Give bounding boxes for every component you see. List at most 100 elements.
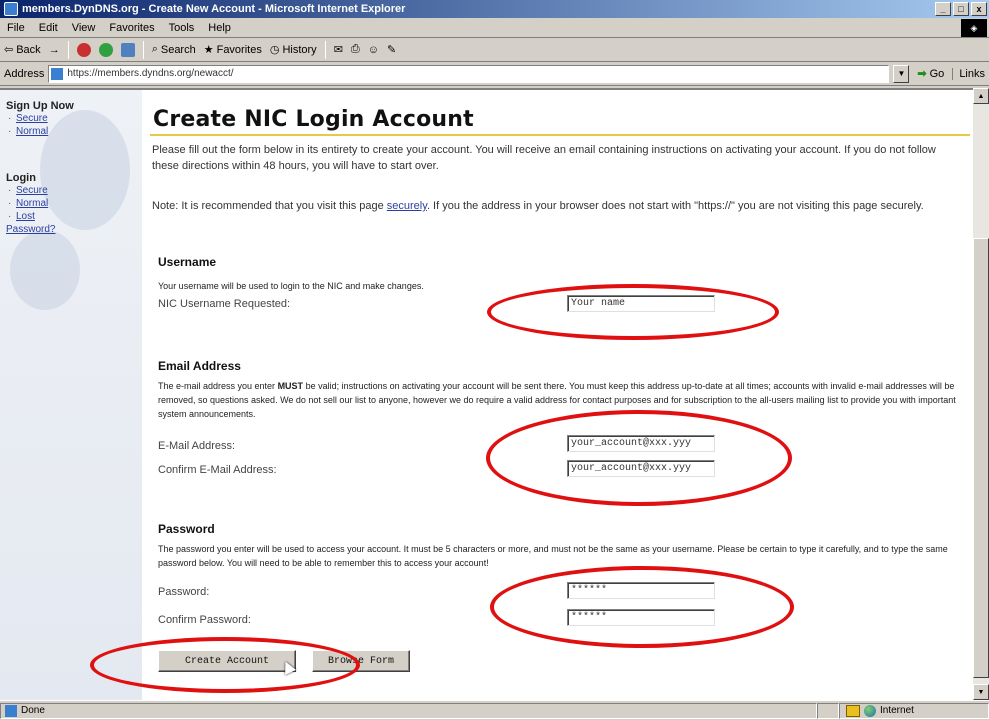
back-button[interactable]: ⇦ Back bbox=[4, 43, 41, 57]
username-highlight-ellipse bbox=[487, 284, 779, 340]
back-label: Back bbox=[16, 43, 41, 56]
page-done-icon bbox=[5, 704, 17, 717]
menu-bar: File Edit View Favorites Tools Help ◈ bbox=[0, 18, 989, 38]
zone-label: Internet bbox=[880, 705, 914, 716]
status-cell-empty bbox=[817, 702, 839, 719]
sidebar-link-login-normal[interactable]: Normal bbox=[6, 197, 55, 210]
menu-help[interactable]: Help bbox=[201, 22, 238, 34]
mail-icon: ✉ bbox=[333, 44, 343, 56]
must-emphasis: MUST bbox=[277, 381, 304, 391]
email-label: E-Mail Address: bbox=[158, 440, 236, 452]
confirm-password-label: Confirm Password: bbox=[158, 614, 251, 626]
messenger-icon: ☺ bbox=[367, 43, 379, 56]
page-icon bbox=[51, 67, 64, 80]
toolbar-separator bbox=[67, 40, 69, 59]
globe-icon bbox=[864, 704, 876, 717]
note-text: Note: It is recommended that you visit t… bbox=[152, 200, 387, 212]
back-arrow-icon: ⇦ bbox=[4, 44, 14, 56]
status-bar: Done Internet bbox=[0, 700, 989, 720]
password-label: Password: bbox=[158, 586, 210, 598]
vertical-scrollbar[interactable]: ▲ ▼ bbox=[973, 88, 989, 700]
go-button[interactable]: ➡ Go bbox=[913, 67, 948, 81]
create-button-highlight-ellipse bbox=[90, 637, 360, 693]
signup-section: Sign Up Now Secure Normal bbox=[6, 100, 74, 138]
menu-tools[interactable]: Tools bbox=[162, 22, 202, 34]
password-heading: Password bbox=[158, 522, 215, 536]
status-message: Done bbox=[0, 702, 817, 719]
sidebar-link-lost-password[interactable]: Password? bbox=[6, 223, 55, 236]
history-button[interactable]: ◷ History bbox=[269, 43, 317, 57]
sidebar-link-login-secure[interactable]: Secure bbox=[6, 184, 55, 197]
history-icon: ◷ bbox=[269, 44, 280, 56]
close-button[interactable]: x bbox=[971, 2, 987, 16]
page-title: Create NIC Login Account bbox=[153, 107, 474, 132]
edit-icon: ✎ bbox=[386, 44, 397, 56]
address-label: Address bbox=[4, 67, 45, 80]
print-icon: ⎙ bbox=[350, 43, 360, 55]
links-button[interactable]: Links bbox=[952, 67, 985, 80]
address-input[interactable]: https://members.dyndns.org/newacct/ bbox=[48, 64, 890, 83]
page-viewport: Sign Up Now Secure Normal Login Secure N… bbox=[0, 88, 973, 700]
toolbar-separator bbox=[324, 40, 326, 59]
home-icon[interactable] bbox=[120, 42, 135, 57]
stop-icon[interactable] bbox=[76, 42, 91, 57]
minimize-button[interactable]: _ bbox=[935, 2, 951, 16]
title-underline bbox=[150, 134, 970, 136]
email-desc-text: The e-mail address you enter bbox=[158, 381, 278, 391]
address-bar: Address https://members.dyndns.org/newac… bbox=[0, 62, 989, 86]
note-text-end: . If you the address in your browser doe… bbox=[426, 200, 924, 212]
menu-view[interactable]: View bbox=[65, 22, 103, 34]
scroll-thumb[interactable] bbox=[973, 238, 989, 678]
username-heading: Username bbox=[158, 255, 217, 269]
search-button[interactable]: ⌕ Search bbox=[152, 43, 196, 56]
history-label: History bbox=[282, 43, 317, 56]
search-label: Search bbox=[160, 43, 196, 56]
print-button[interactable]: ⎙ bbox=[351, 43, 360, 56]
mail-button[interactable]: ✉ bbox=[334, 43, 343, 56]
username-label: NIC Username Requested: bbox=[158, 298, 291, 310]
securely-link[interactable]: securely bbox=[387, 200, 427, 212]
sidebar-link-signup-secure[interactable]: Secure bbox=[6, 112, 74, 125]
favorites-button[interactable]: ★ Favorites bbox=[203, 43, 262, 57]
lock-icon bbox=[846, 704, 860, 717]
intro-text: Please fill out the form below in its en… bbox=[152, 144, 936, 172]
confirm-email-label: Confirm E-Mail Address: bbox=[158, 464, 277, 476]
search-icon: ⌕ bbox=[151, 43, 158, 55]
address-dropdown-button[interactable]: ▼ bbox=[893, 64, 910, 83]
signup-heading: Sign Up Now bbox=[6, 100, 74, 112]
toolbar-separator bbox=[142, 40, 144, 59]
email-heading: Email Address bbox=[158, 359, 241, 373]
status-text: Done bbox=[21, 705, 45, 716]
window-title-bar: members.DynDNS.org - Create New Account … bbox=[0, 0, 989, 18]
email-description: The e-mail address you enter MUST be val… bbox=[158, 379, 968, 421]
email-highlight-ellipse bbox=[486, 410, 792, 506]
edit-button[interactable]: ✎ bbox=[387, 43, 396, 56]
windows-logo-icon: ◈ bbox=[961, 19, 987, 37]
login-heading: Login bbox=[6, 172, 36, 184]
menu-edit[interactable]: Edit bbox=[32, 22, 65, 34]
password-highlight-ellipse bbox=[490, 566, 794, 648]
go-arrow-icon: ➡ bbox=[917, 68, 927, 80]
login-section: Login Secure Normal Lost Password? bbox=[6, 172, 55, 236]
sidebar: Sign Up Now Secure Normal Login Secure N… bbox=[0, 90, 142, 700]
scroll-up-icon[interactable]: ▲ bbox=[973, 88, 989, 104]
menu-file[interactable]: File bbox=[0, 22, 32, 34]
messenger-button[interactable]: ☺ bbox=[368, 44, 379, 56]
star-icon: ★ bbox=[203, 44, 214, 56]
refresh-icon[interactable] bbox=[98, 42, 113, 57]
password-description: The password you enter will be used to a… bbox=[158, 544, 948, 568]
maximize-button[interactable]: □ bbox=[953, 2, 969, 16]
forward-button[interactable]: → bbox=[49, 44, 60, 56]
ie-icon bbox=[4, 2, 18, 16]
sidebar-link-signup-normal[interactable]: Normal bbox=[6, 125, 74, 138]
menu-favorites[interactable]: Favorites bbox=[102, 22, 161, 34]
toolbar: ⇦ Back → ⌕ Search ★ Favorites ◷ History … bbox=[0, 38, 989, 62]
favorites-label: Favorites bbox=[216, 43, 262, 56]
security-note: Note: It is recommended that you visit t… bbox=[152, 198, 962, 214]
go-label: Go bbox=[929, 67, 945, 80]
security-zone: Internet bbox=[839, 702, 989, 719]
sidebar-link-lost[interactable]: Lost bbox=[6, 210, 55, 223]
address-url: https://members.dyndns.org/newacct/ bbox=[67, 68, 234, 79]
world-map-graphic bbox=[10, 230, 80, 310]
scroll-down-icon[interactable]: ▼ bbox=[973, 684, 989, 700]
